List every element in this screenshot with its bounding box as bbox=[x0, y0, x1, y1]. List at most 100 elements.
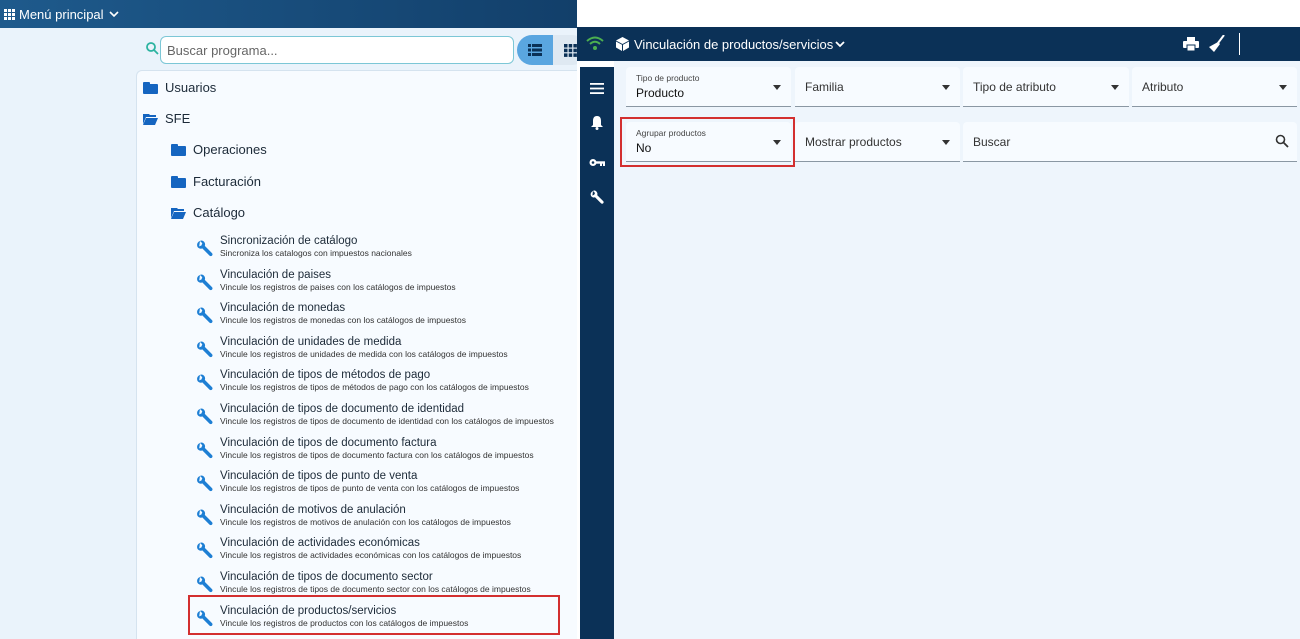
program-item[interactable]: Vinculación de paises Vincule los registr… bbox=[196, 269, 576, 299]
folder-open-icon bbox=[171, 207, 186, 219]
program-subtitle: Vincule los registros de tipos de docume… bbox=[220, 449, 534, 460]
app-header: Vinculación de productos/servicios bbox=[577, 27, 1300, 61]
print-icon[interactable] bbox=[1183, 37, 1199, 51]
list-icon bbox=[528, 44, 542, 56]
program-item[interactable]: Vinculación de motivos de anulación Vincu… bbox=[196, 504, 576, 534]
broom-icon[interactable] bbox=[1209, 35, 1225, 52]
program-title: Vinculación de tipos de documento de ide… bbox=[220, 403, 465, 415]
program-title: Sincronización de catálogo bbox=[220, 235, 358, 247]
tree-folder-catalogo[interactable]: Catálogo bbox=[171, 205, 245, 220]
wrench-icon bbox=[196, 408, 213, 425]
program-subtitle: Vincule los registros de tipos de punto … bbox=[220, 483, 520, 494]
side-rail bbox=[580, 67, 614, 639]
program-subtitle: Sincroniza los catalogos con impuestos n… bbox=[220, 248, 412, 258]
familia-select[interactable]: Familia bbox=[795, 67, 960, 107]
program-item[interactable]: Vinculación de tipos de métodos de pago V… bbox=[196, 369, 576, 399]
wrench-icon bbox=[196, 274, 213, 291]
program-item[interactable]: Vinculación de tipos de documento de ide… bbox=[196, 403, 576, 433]
tree-folder-label: Operaciones bbox=[193, 142, 267, 157]
program-title: Vinculación de tipos de métodos de pago bbox=[220, 369, 431, 382]
mostrar-productos-select[interactable]: Mostrar productos bbox=[795, 122, 960, 162]
wrench-icon bbox=[196, 307, 213, 324]
main-menu-title: Menú principal bbox=[19, 6, 104, 22]
program-subtitle: Vincule los registros de paises con los … bbox=[220, 281, 456, 292]
menu-icon[interactable] bbox=[590, 83, 604, 94]
buscar-field[interactable]: Buscar bbox=[963, 122, 1297, 162]
program-item[interactable]: Vinculación de monedas Vincule los regist… bbox=[196, 302, 576, 332]
key-icon[interactable] bbox=[589, 158, 605, 167]
tipo-atributo-select[interactable]: Tipo de atributo bbox=[963, 67, 1129, 107]
main-menu-panel: Menú principal Usuarios SFE Operaciones … bbox=[0, 0, 577, 639]
tipo-producto-select[interactable]: Tipo de producto Producto bbox=[626, 67, 791, 107]
tree-folder-label: SFE bbox=[165, 111, 191, 126]
tree-folder-label: Catálogo bbox=[193, 205, 246, 220]
program-subtitle: Vincule los registros de unidades de med… bbox=[220, 348, 508, 359]
search-icon[interactable] bbox=[1275, 134, 1289, 148]
field-label: Familia bbox=[805, 80, 844, 94]
grid-icon bbox=[563, 43, 577, 57]
folder-open-icon bbox=[143, 113, 158, 125]
field-label: Tipo de producto bbox=[636, 73, 700, 83]
program-title: Vinculación de monedas bbox=[220, 302, 346, 315]
highlight-box bbox=[188, 595, 560, 635]
tree-folder-operaciones[interactable]: Operaciones bbox=[171, 142, 267, 157]
bell-icon[interactable] bbox=[591, 116, 603, 130]
wrench-icon bbox=[196, 509, 213, 526]
dropdown-arrow-icon bbox=[1111, 85, 1119, 90]
program-subtitle: Vincule los registros de tipos de método… bbox=[220, 382, 529, 393]
program-search bbox=[145, 36, 515, 64]
program-title: Vinculación de tipos de documento factur… bbox=[220, 436, 437, 449]
chevron-down-icon[interactable] bbox=[835, 40, 845, 48]
program-item[interactable]: Vinculación de actividades económicas Vin… bbox=[196, 537, 576, 567]
program-title: Vinculación de motivos de anulación bbox=[220, 503, 406, 516]
tree-folder-sfe[interactable]: SFE bbox=[143, 111, 190, 126]
program-item[interactable]: Vinculación de tipos de punto de venta Vi… bbox=[196, 470, 576, 500]
search-icon bbox=[146, 42, 159, 55]
list-view-button[interactable] bbox=[517, 35, 553, 65]
program-subtitle: Vincule los registros de actividades eco… bbox=[220, 550, 522, 561]
tree-folder-label: Usuarios bbox=[165, 80, 217, 95]
apps-grid-icon bbox=[4, 8, 15, 20]
field-label: Atributo bbox=[1142, 80, 1184, 94]
program-item[interactable]: Sincronización de catálogo Sincroniza los… bbox=[196, 235, 576, 265]
program-subtitle: Vincule los registros de motivos de anul… bbox=[220, 516, 511, 527]
wrench-icon[interactable] bbox=[590, 190, 604, 204]
program-title: Vinculación de tipos de punto de venta bbox=[220, 470, 418, 483]
folder-icon bbox=[171, 175, 186, 188]
atributo-select[interactable]: Atributo bbox=[1132, 67, 1297, 107]
program-title: Vinculación de unidades de medida bbox=[220, 335, 402, 348]
wrench-icon bbox=[196, 576, 213, 593]
program-title: Vinculación de tipos de documento sector bbox=[220, 571, 433, 583]
program-title: Vinculación de actividades económicas bbox=[220, 537, 420, 550]
main-menu-header[interactable]: Menú principal bbox=[0, 0, 577, 28]
dropdown-arrow-icon bbox=[942, 85, 950, 90]
search-input[interactable] bbox=[160, 36, 514, 64]
wrench-icon bbox=[196, 442, 213, 459]
search-placeholder: Buscar bbox=[973, 135, 1011, 149]
tree-folder-usuarios[interactable]: Usuarios bbox=[143, 80, 216, 95]
wrench-icon bbox=[196, 341, 213, 358]
dropdown-arrow-icon bbox=[1279, 85, 1287, 90]
tree-folder-facturacion[interactable]: Facturación bbox=[171, 174, 261, 189]
view-toggle bbox=[517, 35, 577, 65]
program-title: Vinculación de paises bbox=[220, 268, 332, 281]
program-subtitle: Vincule los registros de tipos de docume… bbox=[220, 416, 554, 426]
tree-folder-label: Facturación bbox=[193, 174, 261, 189]
wrench-icon bbox=[196, 475, 213, 492]
wifi-icon bbox=[586, 36, 604, 50]
program-subtitle: Vincule los registros de monedas con los… bbox=[220, 315, 467, 326]
folder-icon bbox=[143, 81, 158, 94]
app-title[interactable]: Vinculación de productos/servicios bbox=[634, 37, 833, 52]
field-value: Producto bbox=[636, 86, 685, 100]
field-label: Tipo de atributo bbox=[973, 80, 1056, 94]
folder-icon bbox=[171, 143, 186, 156]
program-item[interactable]: Vinculación de tipos de documento factur… bbox=[196, 437, 576, 467]
grid-view-button[interactable] bbox=[553, 35, 577, 65]
wrench-icon bbox=[196, 542, 213, 559]
program-subtitle: Vincule los registros de tipos de docume… bbox=[220, 584, 531, 594]
field-label: Mostrar productos bbox=[805, 135, 902, 149]
dropdown-arrow-icon bbox=[942, 140, 950, 145]
chevron-down-icon bbox=[108, 11, 119, 18]
program-item[interactable]: Vinculación de unidades de medida Vincule… bbox=[196, 336, 576, 366]
wrench-icon bbox=[196, 240, 213, 257]
